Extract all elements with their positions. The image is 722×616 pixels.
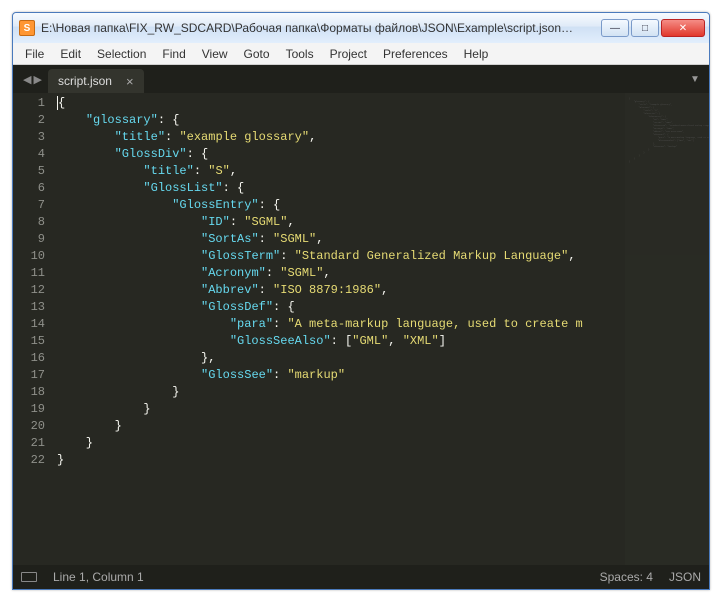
tab-bar: ◀ ▶ script.json × ▼ (13, 65, 709, 93)
tab-spacer (144, 65, 681, 93)
maximize-button[interactable]: □ (631, 19, 659, 37)
menu-find[interactable]: Find (154, 45, 193, 63)
code-line: "Acronym": "SGML", (57, 265, 709, 282)
line-number: 11 (13, 265, 45, 282)
title-bar[interactable]: S E:\Новая папка\FIX_RW_SDCARD\Рабочая п… (13, 13, 709, 43)
code-line: "GlossEntry": { (57, 197, 709, 214)
tab-dropdown-icon[interactable]: ▼ (681, 65, 709, 93)
code-line: "GlossDef": { (57, 299, 709, 316)
panel-switcher-icon[interactable] (21, 572, 37, 582)
line-number: 16 (13, 350, 45, 367)
tab-next-icon[interactable]: ▶ (33, 73, 41, 86)
window-title: E:\Новая папка\FIX_RW_SDCARD\Рабочая пап… (41, 21, 601, 35)
minimize-button[interactable]: — (601, 19, 629, 37)
code-line: "title": "example glossary", (57, 129, 709, 146)
tab-close-icon[interactable]: × (126, 75, 134, 88)
code-line: "GlossList": { (57, 180, 709, 197)
line-number: 5 (13, 163, 45, 180)
code-line: } (57, 384, 709, 401)
tab-prev-icon[interactable]: ◀ (23, 73, 31, 86)
code-line: } (57, 401, 709, 418)
line-number: 20 (13, 418, 45, 435)
status-syntax[interactable]: JSON (669, 570, 701, 584)
line-number: 12 (13, 282, 45, 299)
menu-help[interactable]: Help (456, 45, 497, 63)
line-number: 17 (13, 367, 45, 384)
code-content[interactable]: { "glossary": { "title": "example glossa… (53, 93, 709, 565)
line-number: 4 (13, 146, 45, 163)
line-number: 9 (13, 231, 45, 248)
line-number: 7 (13, 197, 45, 214)
line-number: 1 (13, 95, 45, 112)
menu-view[interactable]: View (194, 45, 236, 63)
code-line: "GlossSeeAlso": ["GML", "XML"] (57, 333, 709, 350)
code-line: } (57, 435, 709, 452)
line-number: 15 (13, 333, 45, 350)
menu-goto[interactable]: Goto (236, 45, 278, 63)
menu-tools[interactable]: Tools (278, 45, 322, 63)
menu-selection[interactable]: Selection (89, 45, 154, 63)
line-number: 14 (13, 316, 45, 333)
tab-nav: ◀ ▶ (17, 65, 48, 93)
code-line: "glossary": { (57, 112, 709, 129)
menu-edit[interactable]: Edit (52, 45, 89, 63)
line-number: 3 (13, 129, 45, 146)
window-controls: — □ ✕ (601, 19, 705, 37)
close-button[interactable]: ✕ (661, 19, 705, 37)
tab-script-json[interactable]: script.json × (48, 69, 144, 93)
line-number: 13 (13, 299, 45, 316)
menu-bar: FileEditSelectionFindViewGotoToolsProjec… (13, 43, 709, 65)
tab-label: script.json (58, 74, 112, 88)
code-line: "title": "S", (57, 163, 709, 180)
menu-project[interactable]: Project (322, 45, 375, 63)
line-number: 2 (13, 112, 45, 129)
editor-area[interactable]: 12345678910111213141516171819202122 { "g… (13, 93, 709, 565)
status-indentation[interactable]: Spaces: 4 (600, 570, 653, 584)
line-number: 10 (13, 248, 45, 265)
code-line: "GlossDiv": { (57, 146, 709, 163)
code-line: "para": "A meta-markup language, used to… (57, 316, 709, 333)
line-number-gutter: 12345678910111213141516171819202122 (13, 93, 53, 565)
menu-file[interactable]: File (17, 45, 52, 63)
code-line: "GlossTerm": "Standard Generalized Marku… (57, 248, 709, 265)
code-line: { (57, 95, 709, 112)
code-line: } (57, 452, 709, 469)
code-line: "Abbrev": "ISO 8879:1986", (57, 282, 709, 299)
line-number: 18 (13, 384, 45, 401)
application-window: S E:\Новая папка\FIX_RW_SDCARD\Рабочая п… (12, 12, 710, 590)
line-number: 6 (13, 180, 45, 197)
code-line: "GlossSee": "markup" (57, 367, 709, 384)
code-line: } (57, 418, 709, 435)
line-number: 22 (13, 452, 45, 469)
line-number: 21 (13, 435, 45, 452)
minimap[interactable]: { "glossary": { "title": "example glossa… (625, 93, 709, 565)
code-line: }, (57, 350, 709, 367)
code-line: "SortAs": "SGML", (57, 231, 709, 248)
menu-preferences[interactable]: Preferences (375, 45, 456, 63)
line-number: 8 (13, 214, 45, 231)
editor-client: ◀ ▶ script.json × ▼ 12345678910111213141… (13, 65, 709, 589)
code-line: "ID": "SGML", (57, 214, 709, 231)
status-position[interactable]: Line 1, Column 1 (53, 570, 144, 584)
line-number: 19 (13, 401, 45, 418)
status-bar: Line 1, Column 1 Spaces: 4 JSON (13, 565, 709, 589)
app-icon: S (19, 20, 35, 36)
